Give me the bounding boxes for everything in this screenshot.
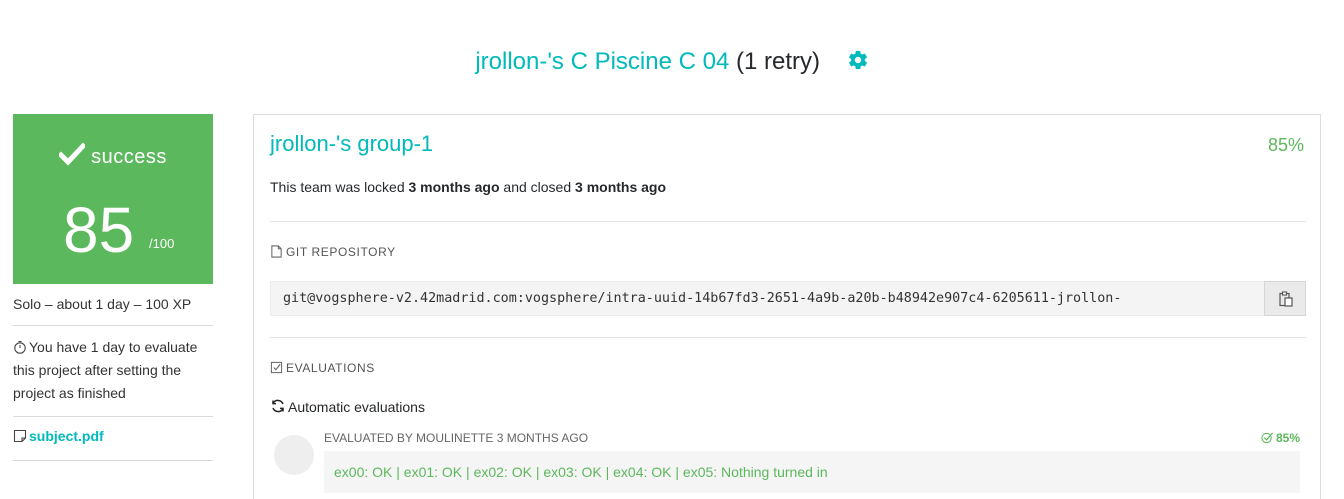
check-icon (57, 142, 87, 166)
score-value: 85 (63, 194, 135, 266)
evaluator-line: EVALUATED BY MOULINETTE 3 MONTHS AGO (324, 431, 589, 445)
document-icon (13, 427, 27, 443)
project-header: jrollon-'s C Piscine C 04 (1 retry) (0, 44, 1344, 80)
closed-prefix: and closed (503, 179, 572, 195)
locked-time: 3 months ago (408, 179, 500, 195)
team-mark: 85% (1267, 135, 1304, 155)
divider (270, 221, 1306, 222)
gear-icon[interactable] (847, 46, 869, 70)
retry-count: (1 retry) (736, 48, 820, 75)
evaluate-note-text: You have 1 day to evaluate this project … (13, 339, 198, 401)
automatic-evaluations-label: Automatic evaluations (288, 399, 425, 415)
evaluation-mark-value: 85% (1275, 431, 1300, 445)
status-text: success (91, 146, 167, 168)
evaluation-result-box: ex00: OK | ex01: OK | ex02: OK | ex03: O… (324, 451, 1300, 493)
project-title-link[interactable]: jrollon-'s C Piscine C 04 (475, 48, 729, 75)
status-label: success (13, 142, 213, 172)
repository-url[interactable]: git@vogsphere-v2.42madrid.com:vogsphere/… (283, 282, 1121, 315)
divider (13, 460, 213, 461)
automatic-evaluations-heading: Automatic evaluations (270, 397, 425, 417)
final-mark-box: success 85 /100 (13, 114, 213, 284)
repository-url-field[interactable]: git@vogsphere-v2.42madrid.com:vogsphere/… (270, 281, 1306, 316)
score-max: /100 (149, 236, 175, 251)
git-repository-heading: GIT REPOSITORY (270, 244, 396, 260)
locked-prefix: This team was locked (270, 179, 405, 195)
closed-time: 3 months ago (575, 179, 667, 195)
checkbox-icon (270, 361, 284, 375)
evaluate-note: You have 1 day to evaluate this project … (13, 336, 213, 405)
divider (270, 337, 1306, 338)
team-name-link[interactable]: jrollon-'s group-1 (270, 129, 433, 159)
team-status: This team was locked 3 months ago and cl… (270, 177, 666, 197)
evaluation-mark: 85% (1261, 430, 1300, 446)
divider (13, 416, 213, 417)
evaluations-heading: EVALUATIONS (270, 360, 375, 376)
subject-link-row: subject.pdf (13, 425, 213, 448)
file-icon (270, 245, 284, 259)
avatar (274, 435, 314, 475)
copy-button[interactable] (1264, 281, 1306, 316)
subject-pdf-link[interactable]: subject.pdf (29, 428, 104, 444)
evaluations-label: EVALUATIONS (286, 361, 375, 375)
git-repository-label: GIT REPOSITORY (286, 245, 396, 259)
team-panel: jrollon-'s group-1 85% This team was loc… (253, 114, 1321, 499)
stopwatch-icon (13, 338, 27, 354)
divider (13, 325, 213, 326)
evaluation-result: ex00: OK | ex01: OK | ex02: OK | ex03: O… (334, 464, 828, 480)
refresh-icon (270, 398, 286, 414)
project-info: Solo – about 1 day – 100 XP (13, 296, 192, 312)
checked-icon (1261, 431, 1274, 444)
